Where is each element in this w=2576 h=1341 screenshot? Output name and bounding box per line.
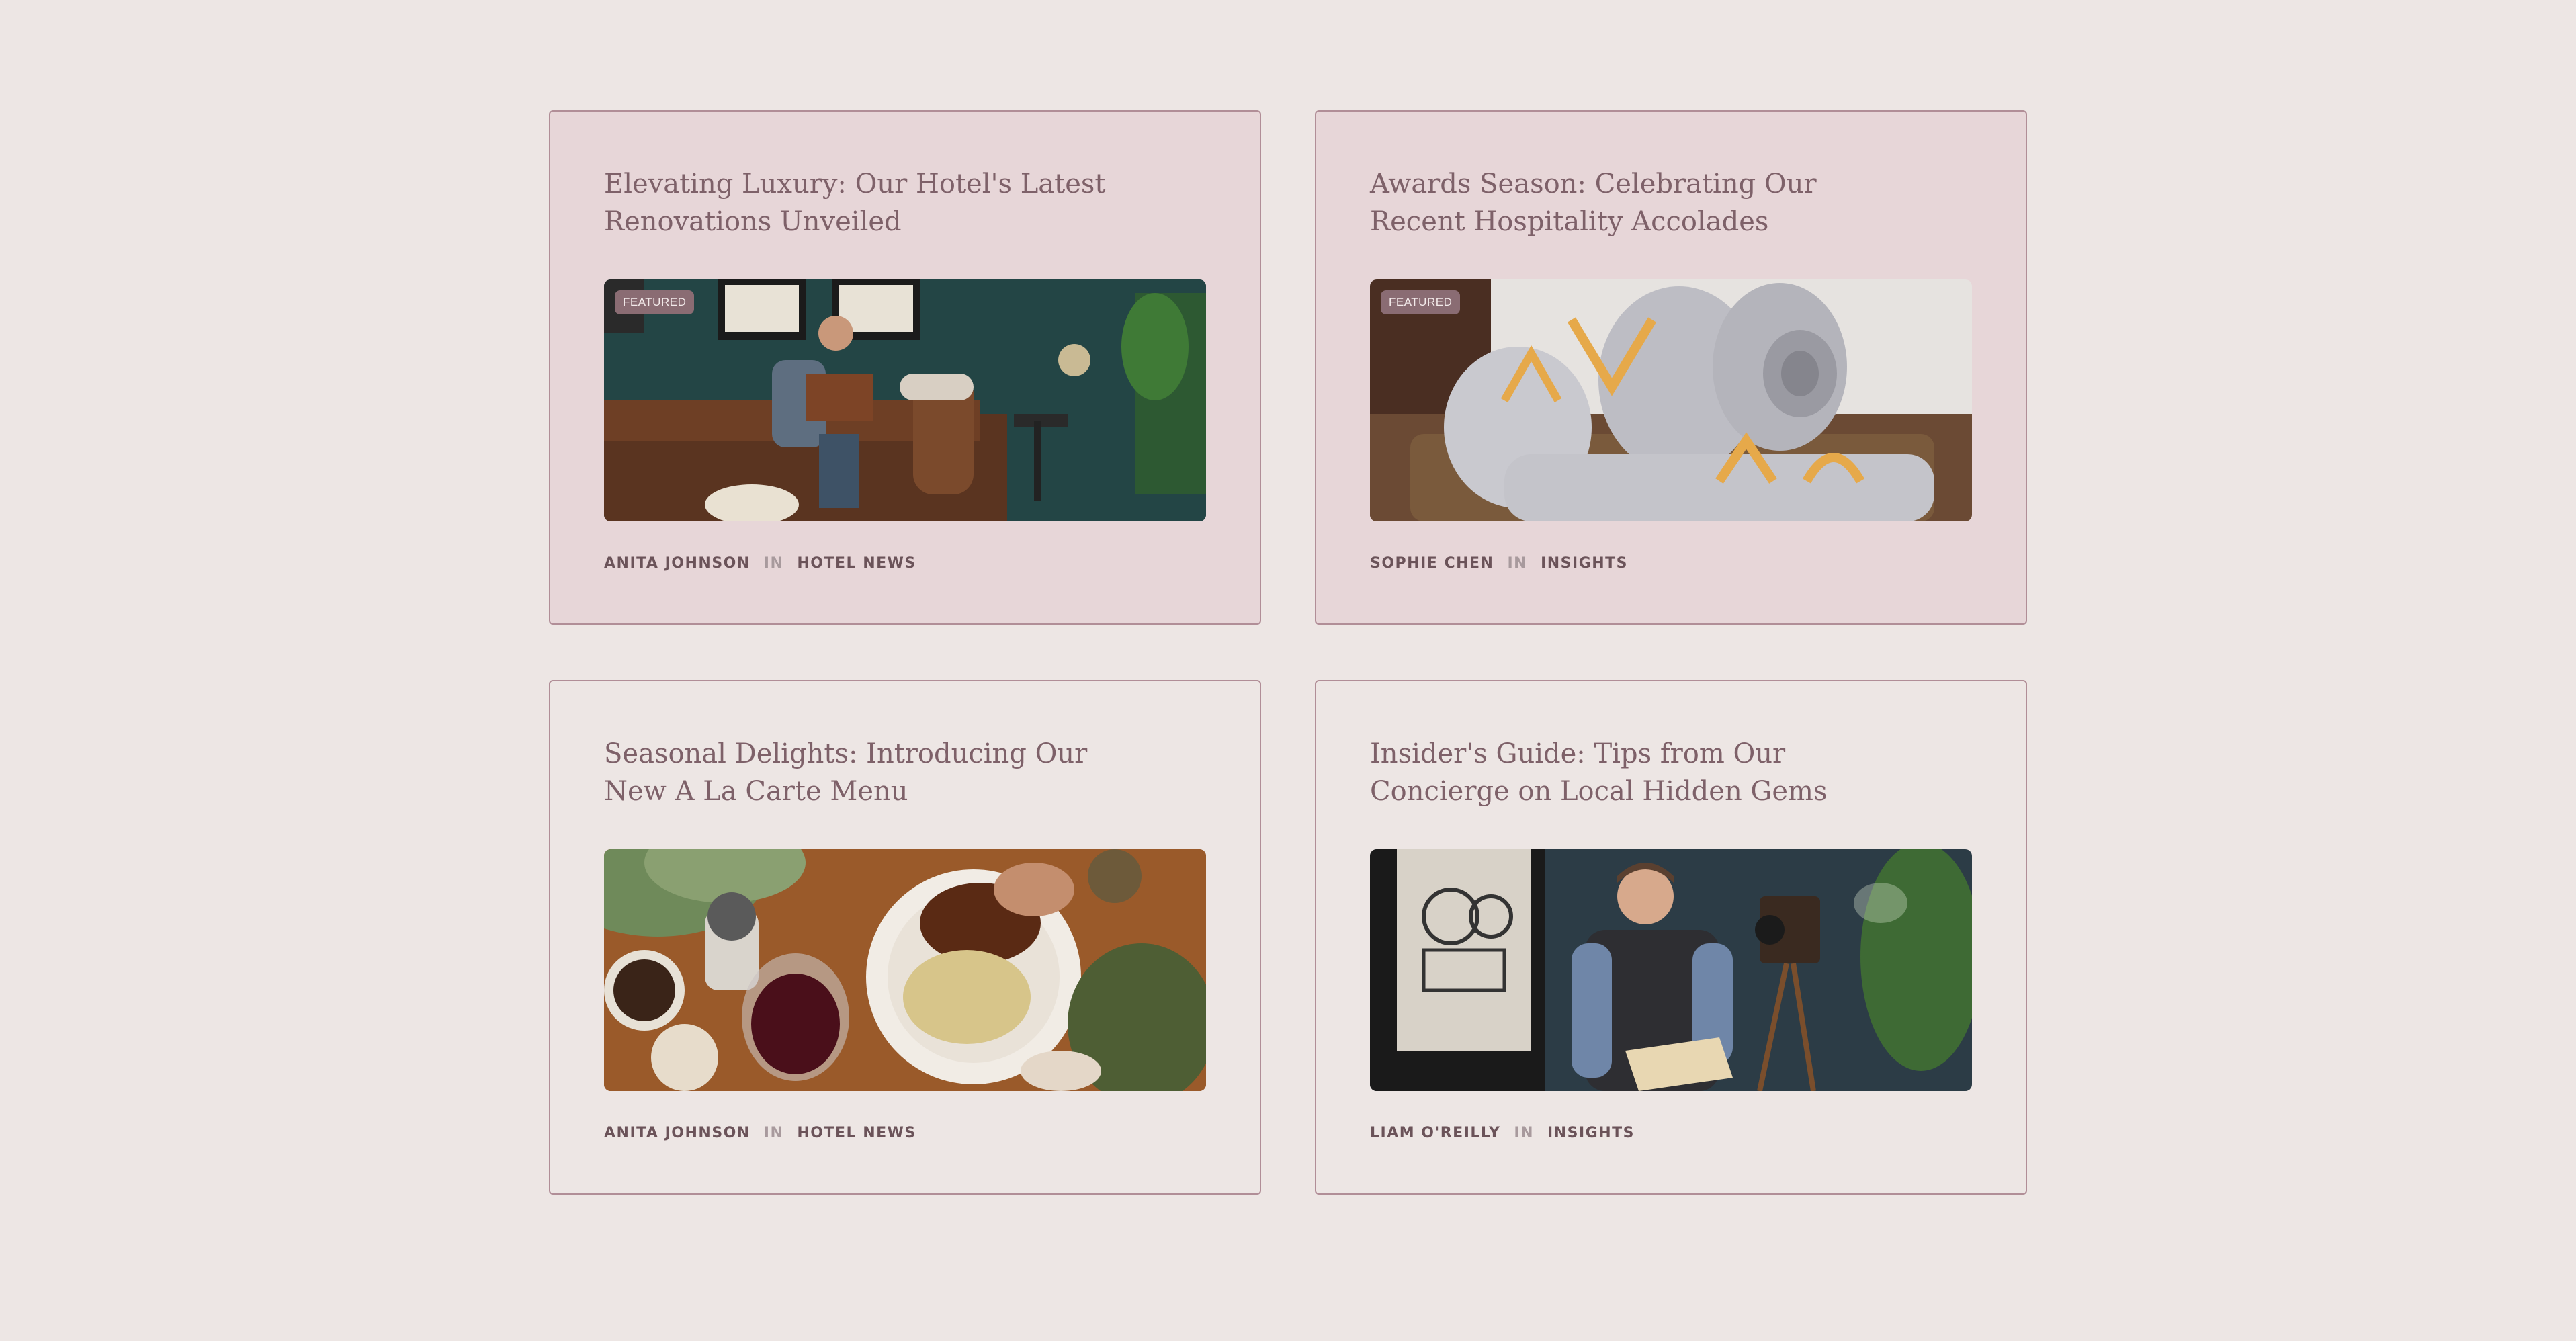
post-card-concierge-guide[interactable]: Insider's Guide: Tips from Our Concierge… bbox=[1315, 680, 2027, 1195]
post-meta: LIAM O'REILLY IN INSIGHTS bbox=[1370, 1125, 1972, 1141]
post-image[interactable] bbox=[604, 849, 1206, 1091]
in-separator: IN bbox=[763, 1125, 784, 1141]
post-image[interactable] bbox=[1370, 849, 1972, 1091]
post-card-renovations[interactable]: Elevating Luxury: Our Hotel's Latest Ren… bbox=[549, 110, 1261, 625]
rolled-towels-image bbox=[1370, 279, 1972, 521]
post-card-menu[interactable]: Seasonal Delights: Introducing Our New A… bbox=[549, 680, 1261, 1195]
author-link[interactable]: ANITA JOHNSON bbox=[604, 555, 750, 572]
post-title[interactable]: Awards Season: Celebrating Our Recent Ho… bbox=[1370, 165, 1881, 241]
post-title[interactable]: Elevating Luxury: Our Hotel's Latest Ren… bbox=[604, 165, 1115, 241]
post-meta: ANITA JOHNSON IN HOTEL NEWS bbox=[604, 1125, 1206, 1141]
blog-post-grid: Elevating Luxury: Our Hotel's Latest Ren… bbox=[549, 110, 2027, 1195]
in-separator: IN bbox=[1514, 1125, 1535, 1141]
category-link[interactable]: INSIGHTS bbox=[1541, 555, 1628, 572]
post-image[interactable]: FEATURED bbox=[604, 279, 1206, 521]
post-meta: SOPHIE CHEN IN INSIGHTS bbox=[1370, 555, 1972, 572]
featured-badge: FEATURED bbox=[1381, 290, 1461, 314]
category-link[interactable]: HOTEL NEWS bbox=[797, 1125, 916, 1141]
post-title[interactable]: Seasonal Delights: Introducing Our New A… bbox=[604, 735, 1115, 810]
man-thinking-with-book-image bbox=[1370, 849, 1972, 1091]
post-meta: ANITA JOHNSON IN HOTEL NEWS bbox=[604, 555, 1206, 572]
author-link[interactable]: LIAM O'REILLY bbox=[1370, 1125, 1500, 1141]
category-link[interactable]: HOTEL NEWS bbox=[797, 555, 916, 572]
steak-and-wine-image bbox=[604, 849, 1206, 1091]
in-separator: IN bbox=[1507, 555, 1528, 572]
author-link[interactable]: ANITA JOHNSON bbox=[604, 1125, 750, 1141]
in-separator: IN bbox=[763, 555, 784, 572]
man-reading-on-sofa-image bbox=[604, 279, 1206, 521]
author-link[interactable]: SOPHIE CHEN bbox=[1370, 555, 1494, 572]
featured-badge: FEATURED bbox=[615, 290, 695, 314]
post-card-awards[interactable]: Awards Season: Celebrating Our Recent Ho… bbox=[1315, 110, 2027, 625]
post-title[interactable]: Insider's Guide: Tips from Our Concierge… bbox=[1370, 735, 1881, 810]
post-image[interactable]: FEATURED bbox=[1370, 279, 1972, 521]
category-link[interactable]: INSIGHTS bbox=[1547, 1125, 1635, 1141]
